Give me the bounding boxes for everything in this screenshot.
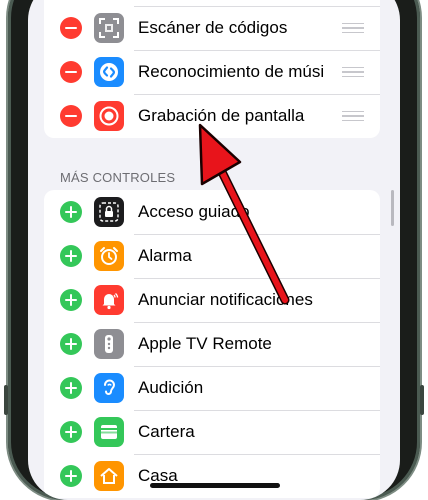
add-button[interactable] — [60, 377, 82, 399]
guided-access-icon — [94, 197, 124, 227]
remove-button[interactable] — [60, 105, 82, 127]
more-controls-group: Acceso guiado Alarma Anunciar notificaci… — [44, 190, 380, 498]
add-button[interactable] — [60, 201, 82, 223]
add-button[interactable] — [60, 245, 82, 267]
tv-remote-icon — [94, 329, 124, 359]
side-button-left — [4, 385, 8, 415]
control-row-alarm[interactable]: Alarma — [44, 234, 380, 278]
remove-button[interactable] — [60, 61, 82, 83]
control-label: Apple TV Remote — [138, 334, 272, 353]
screen: Escáner de códigos Reconocimiento de mús… — [28, 0, 400, 500]
hearing-icon — [94, 373, 124, 403]
control-row-home[interactable]: Casa — [44, 454, 380, 498]
included-controls-group: Escáner de códigos Reconocimiento de mús… — [44, 0, 380, 138]
control-label: Acceso guiado — [138, 202, 250, 221]
control-row-code-scanner[interactable]: Escáner de códigos — [44, 6, 380, 50]
control-label: Anunciar notificaciones — [138, 290, 313, 309]
home-indicator[interactable] — [150, 483, 280, 488]
add-button[interactable] — [60, 421, 82, 443]
qr-code-icon — [94, 13, 124, 43]
home-icon — [94, 461, 124, 491]
control-row-screen-recording[interactable]: Grabación de pantalla — [44, 94, 380, 138]
side-button-right — [420, 385, 424, 415]
reorder-handle[interactable] — [342, 110, 364, 122]
alarm-icon — [94, 241, 124, 271]
reorder-handle[interactable] — [342, 22, 364, 34]
phone-frame: Escáner de códigos Reconocimiento de mús… — [0, 0, 428, 500]
add-button[interactable] — [60, 289, 82, 311]
control-row-guided-access[interactable]: Acceso guiado — [44, 190, 380, 234]
section-title-more-controls: MÁS CONTROLES — [60, 170, 176, 185]
control-label: Alarma — [138, 246, 192, 265]
wallet-icon — [94, 417, 124, 447]
add-button[interactable] — [60, 465, 82, 487]
control-label: Grabación de pantalla — [138, 106, 305, 125]
announce-notifications-icon — [94, 285, 124, 315]
control-label: Cartera — [138, 422, 195, 441]
control-label: Escáner de códigos — [138, 18, 288, 37]
remove-button[interactable] — [60, 17, 82, 39]
control-row-hearing[interactable]: Audición — [44, 366, 380, 410]
reorder-handle[interactable] — [342, 66, 364, 78]
control-label: Reconocimiento de músi — [138, 62, 325, 81]
control-row-announce-notifications[interactable]: Anunciar notificaciones — [44, 278, 380, 322]
screen-record-icon — [94, 101, 124, 131]
control-label: Audición — [138, 378, 204, 397]
control-row-music-recognition[interactable]: Reconocimiento de músi — [44, 50, 380, 94]
shazam-icon — [94, 57, 124, 87]
scrollbar[interactable] — [391, 190, 394, 226]
control-row-wallet[interactable]: Cartera — [44, 410, 380, 454]
control-row-apple-tv-remote[interactable]: Apple TV Remote — [44, 322, 380, 366]
add-button[interactable] — [60, 333, 82, 355]
